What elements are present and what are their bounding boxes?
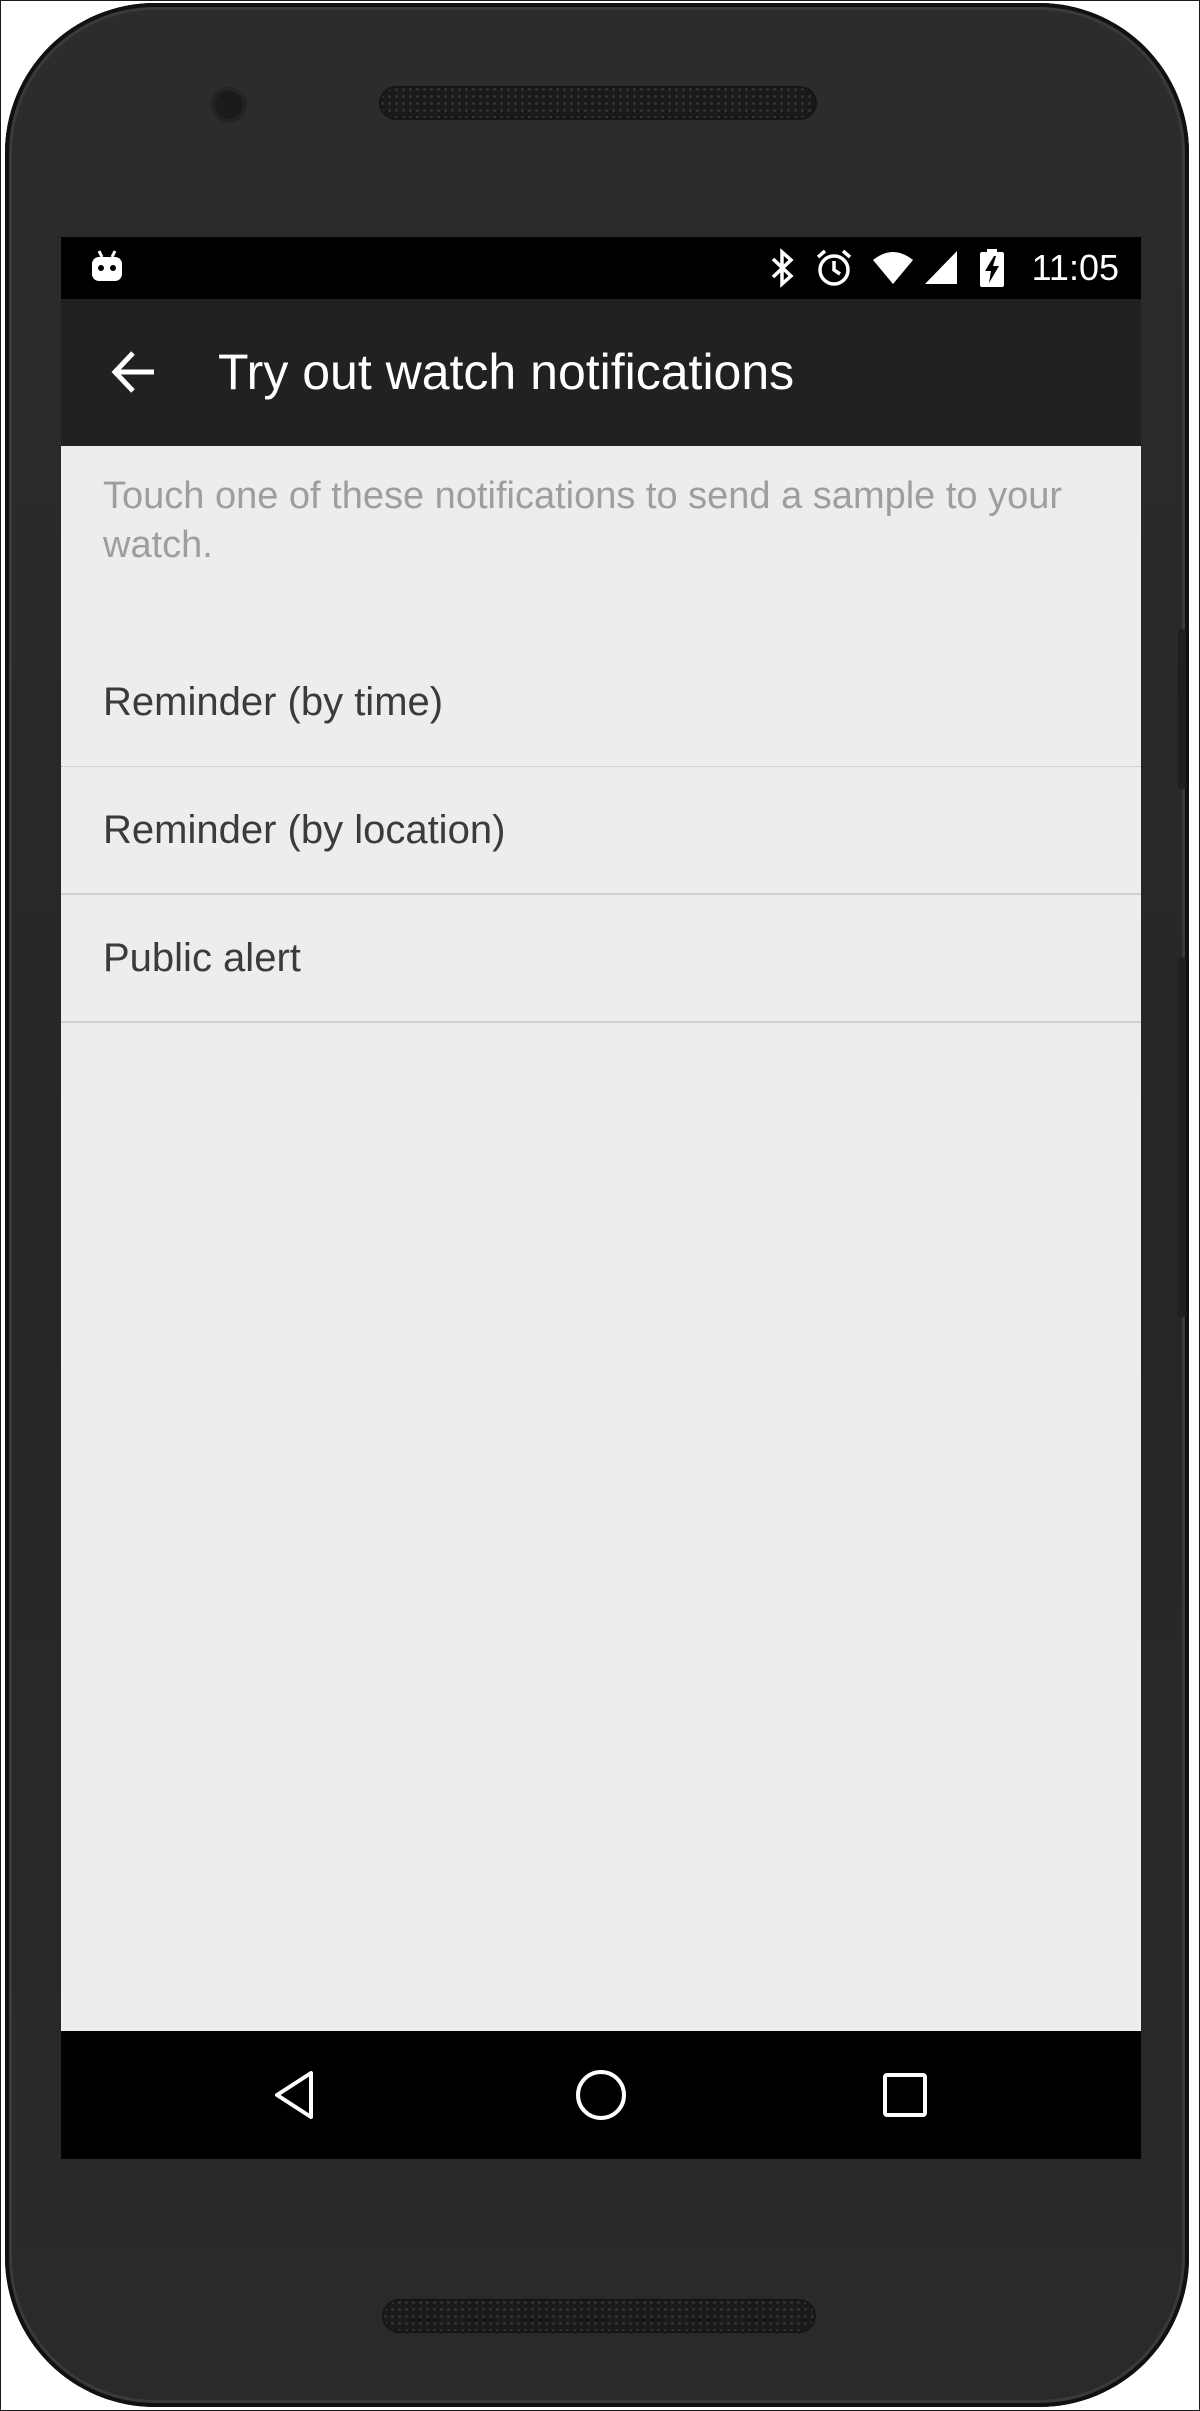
phone-device: 11:05 Try out watch notifications Touch … — [5, 3, 1189, 2407]
back-button[interactable] — [99, 337, 169, 407]
list-item-public-alert[interactable]: Public alert — [61, 895, 1141, 1023]
main-content: Touch one of these notifications to send… — [61, 446, 1141, 1023]
recents-square-icon — [883, 2073, 927, 2117]
app-bar: Try out watch notifications — [61, 299, 1141, 446]
nav-home-button[interactable] — [561, 2055, 641, 2135]
nav-recents-button[interactable] — [865, 2055, 945, 2135]
list-item-reminder-by-location[interactable]: Reminder (by location) — [61, 767, 1141, 895]
list-item-label: Public alert — [103, 935, 301, 980]
cell-signal-icon — [923, 248, 959, 293]
nav-back-button[interactable] — [257, 2055, 337, 2135]
status-bar: 11:05 — [61, 237, 1141, 299]
alarm-icon — [814, 248, 854, 293]
volume-button — [1178, 629, 1186, 789]
list-item-label: Reminder (by time) — [103, 680, 444, 724]
arrow-left-icon — [111, 351, 154, 393]
home-circle-icon — [576, 2070, 626, 2120]
top-speaker — [379, 86, 817, 120]
phone-screen: 11:05 Try out watch notifications Touch … — [61, 237, 1141, 2159]
bottom-speaker — [382, 2299, 816, 2333]
front-camera — [211, 87, 247, 123]
android-notification-icon — [90, 249, 124, 288]
battery-charging-icon — [979, 248, 1005, 293]
list-item-label: Reminder (by location) — [103, 807, 506, 852]
bluetooth-icon — [769, 248, 797, 293]
back-triangle-icon — [275, 2071, 313, 2119]
list-item-reminder-by-time[interactable]: Reminder (by time) — [61, 639, 1141, 767]
wifi-icon — [871, 248, 915, 293]
power-button — [1178, 957, 1186, 1317]
page-title: Try out watch notifications — [218, 344, 795, 400]
intro-text: Touch one of these notifications to send… — [103, 475, 1063, 566]
status-time: 11:05 — [1031, 247, 1119, 288]
notification-list: Reminder (by time) Reminder (by location… — [61, 639, 1141, 1023]
navigation-bar — [61, 2031, 1141, 2159]
